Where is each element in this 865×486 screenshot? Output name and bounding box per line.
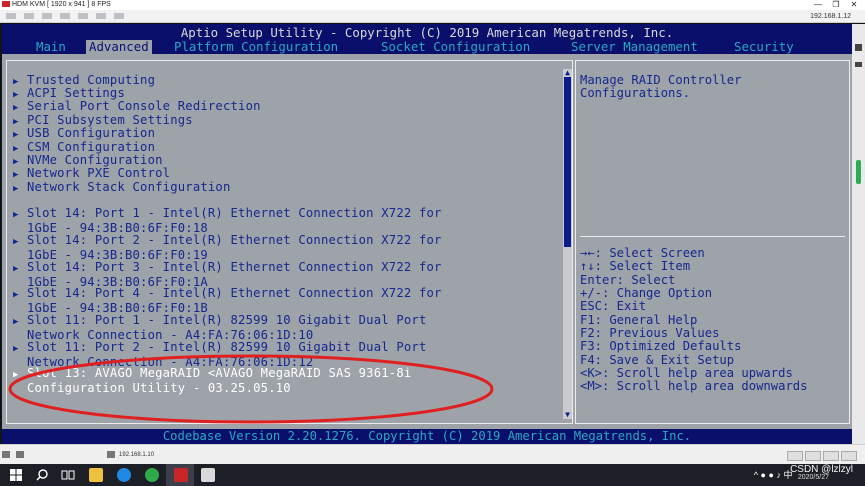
submenu-arrow-icon: ▶ (13, 290, 19, 300)
tray-icon[interactable]: ● (761, 470, 766, 480)
bios-tab-bar: Main Advanced Platform Configuration Soc… (2, 40, 852, 54)
submenu-arrow-icon: ▶ (13, 317, 19, 327)
submenu-arrow-icon: ▶ (13, 237, 19, 247)
help-divider (580, 236, 845, 237)
submenu-arrow-icon: ▶ (13, 264, 19, 274)
key-hint: ↑↓: Select Item (580, 259, 691, 273)
status-icon (107, 450, 116, 458)
app-icon[interactable] (201, 468, 215, 482)
menu-item-icon[interactable] (59, 13, 70, 20)
kvm-logo-icon (2, 1, 10, 8)
submenu-arrow-icon: ▶ (13, 210, 19, 220)
menu-item-slot14-port1[interactable]: ▶ Slot 14: Port 1 - Intel(R) Ethernet Con… (13, 206, 442, 236)
menu-item-icon[interactable] (77, 13, 88, 20)
status-button[interactable] (841, 451, 857, 461)
taskbar-clock[interactable]: 2020/5/27 (798, 474, 829, 481)
edge-browser-icon[interactable] (117, 468, 131, 482)
watermark-text: CSDN @lzlzyl (790, 464, 853, 475)
volume-icon[interactable]: ♪ (776, 470, 781, 480)
side-status-indicator (856, 160, 861, 184)
scroll-up-arrow-icon[interactable]: ▲ (563, 69, 572, 77)
submenu-arrow-icon: ▶ (13, 344, 19, 354)
bios-screen[interactable]: Aptio Setup Utility - Copyright (C) 2019… (2, 24, 852, 444)
menu-item-icon[interactable] (23, 13, 34, 20)
minimize-icon[interactable]: — (809, 0, 827, 10)
app-icon[interactable] (145, 468, 159, 482)
kvm-side-toolbar (852, 24, 865, 444)
side-tool-icon[interactable] (855, 44, 862, 51)
tray-icon[interactable]: ● (769, 470, 774, 480)
tab-advanced[interactable]: Advanced (86, 40, 152, 54)
menu-item-icon[interactable] (113, 13, 124, 20)
host-ip: 192.168.1.12 (810, 13, 851, 20)
bios-panel: ▶ Trusted Computing ▶ ACPI Settings ▶ Seria… (2, 54, 852, 429)
kvm-app-icon (174, 468, 188, 482)
close-icon[interactable]: ✕ (845, 0, 863, 10)
kvm-title-bar: HDM KVM [ 1920 x 941 ] 8 FPS — ❐ ✕ (0, 0, 865, 10)
maximize-icon[interactable]: ❐ (827, 0, 845, 10)
tab-main[interactable]: Main (36, 40, 66, 54)
status-icon (2, 450, 10, 458)
menu-item-icon[interactable] (41, 13, 52, 20)
menu-scrollbar[interactable]: ▲ ▼ (563, 69, 572, 419)
kvm-menu-bar: 192.168.1.12 (0, 10, 865, 23)
menu-item-slot11-port1[interactable]: ▶ Slot 11: Port 1 - Intel(R) 82599 10 Gig… (13, 313, 427, 343)
key-hint: F3: Optimized Defaults (580, 339, 742, 353)
status-button[interactable] (805, 451, 821, 461)
kvm-status-bar: 192.168.1.10 (0, 444, 865, 465)
menu-item-icon[interactable] (95, 13, 106, 20)
key-hint: <M>: Scroll help area downwards (580, 379, 808, 393)
help-text: Configurations. (580, 86, 691, 100)
status-icon (15, 450, 24, 458)
windows-taskbar: ^ ● ● ♪ 中 2020/5/27 CSDN @lzlzyl (0, 464, 865, 486)
status-ip: 192.168.1.10 (119, 452, 155, 458)
tab-security[interactable]: Security (734, 40, 794, 54)
status-button[interactable] (823, 451, 839, 461)
menu-item-icon[interactable] (6, 13, 16, 20)
status-button[interactable] (787, 451, 803, 461)
tray-chevron-icon[interactable]: ^ (754, 470, 758, 480)
menu-item-slot14-port2[interactable]: ▶ Slot 14: Port 2 - Intel(R) Ethernet Con… (13, 233, 442, 263)
bios-footer: Codebase Version 2.20.1276. Copyright (C… (162, 429, 692, 443)
tab-socket-configuration[interactable]: Socket Configuration (381, 40, 530, 54)
kvm-window-title: HDM KVM [ 1920 x 941 ] 8 FPS (12, 1, 111, 8)
tab-platform-configuration[interactable]: Platform Configuration (174, 40, 338, 54)
bios-title: Aptio Setup Utility - Copyright (C) 2019… (180, 25, 674, 40)
tab-server-management[interactable]: Server Management (571, 40, 698, 54)
menu-item-network-stack[interactable]: ▶ Network Stack Configuration (13, 180, 231, 196)
windows-start-icon[interactable] (9, 468, 23, 482)
help-panel: Manage RAID Controller Configurations. →… (575, 60, 850, 424)
scroll-down-arrow-icon[interactable]: ▼ (563, 411, 572, 419)
menu-item-slot14-port4[interactable]: ▶ Slot 14: Port 4 - Intel(R) Ethernet Con… (13, 286, 442, 316)
search-icon[interactable] (35, 468, 49, 482)
side-tool-icon[interactable] (855, 62, 862, 67)
file-explorer-icon[interactable] (89, 468, 103, 482)
submenu-arrow-icon: ▶ (13, 370, 19, 380)
menu-list: ▶ Trusted Computing ▶ ACPI Settings ▶ Seria… (6, 60, 573, 424)
menu-item-slot13-megaraid[interactable]: ▶ Slot 13: AVAGO MegaRAID <AVAGO MegaRAID… (13, 366, 411, 396)
scrollbar-thumb[interactable] (564, 77, 571, 247)
task-view-icon[interactable] (61, 468, 75, 482)
key-hint: ESC: Exit (580, 299, 647, 313)
submenu-arrow-icon: ▶ (13, 184, 19, 194)
